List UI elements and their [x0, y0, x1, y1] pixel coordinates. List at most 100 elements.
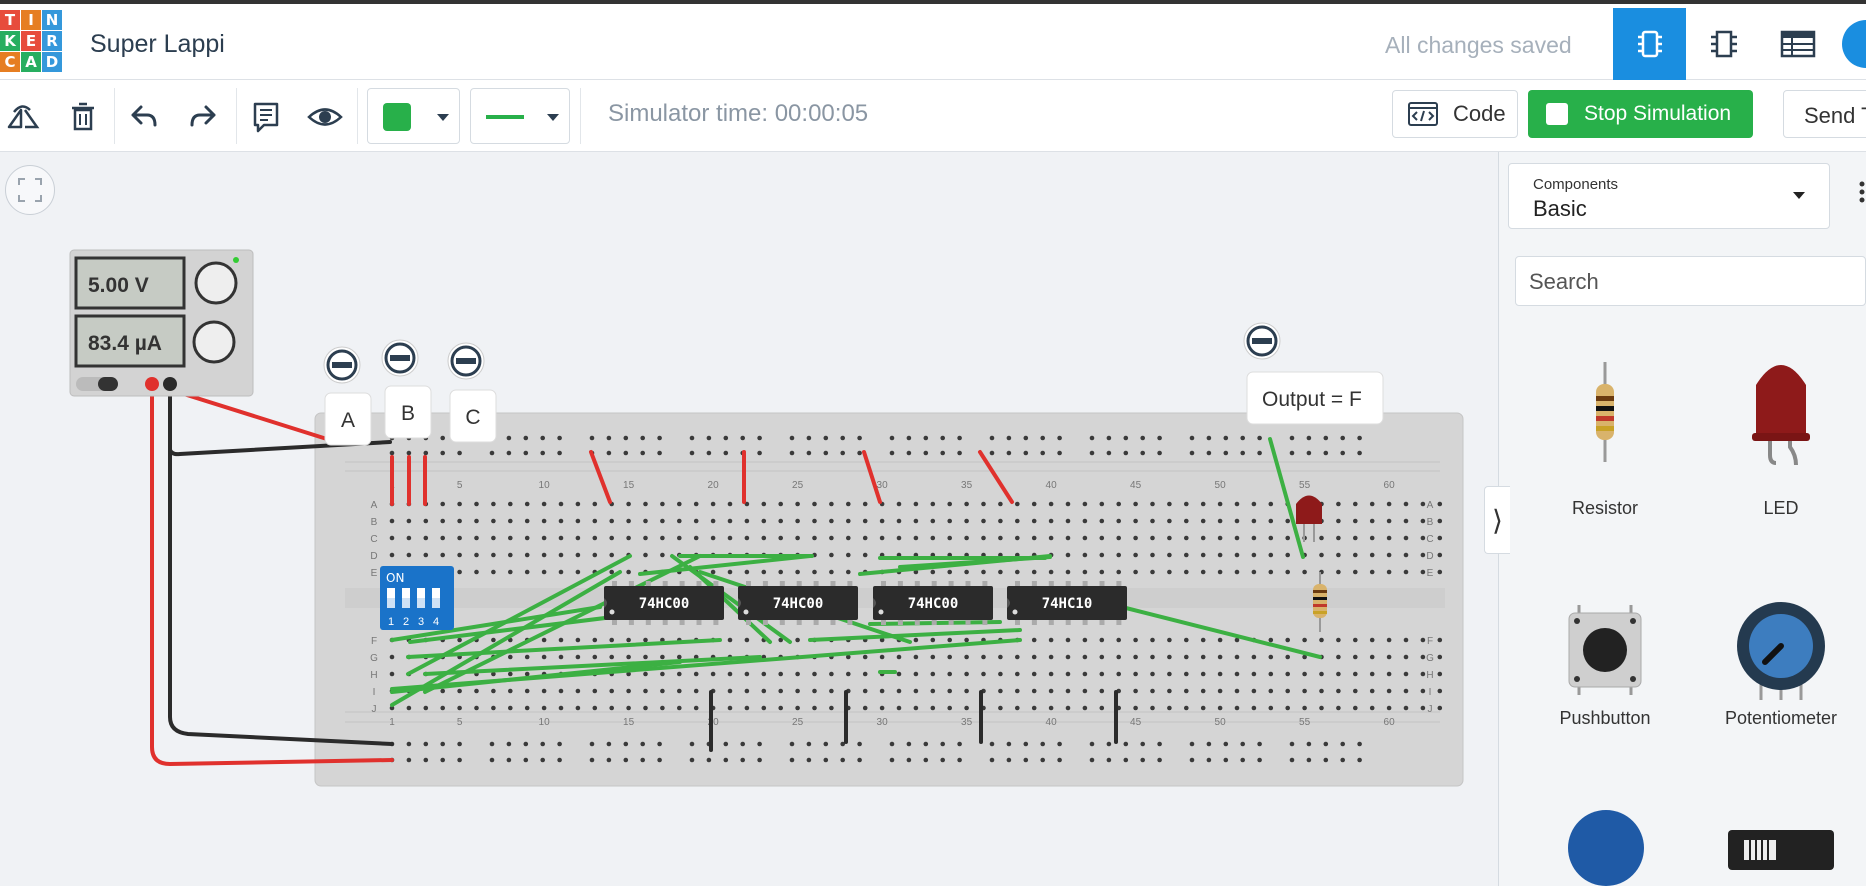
- component-tile-slideswitch[interactable]: [1726, 826, 1836, 886]
- breadboard-hole: [1082, 637, 1088, 643]
- breadboard-hole: [1015, 671, 1020, 677]
- breadboard-hole: [1065, 637, 1071, 643]
- logic-chip[interactable]: 74HC00: [873, 581, 993, 625]
- breadboard-hole: [1184, 705, 1189, 711]
- breadboard-hole: [1015, 705, 1020, 711]
- rail-hole: [889, 741, 895, 747]
- input-switch[interactable]: C: [447, 342, 497, 443]
- rail-hole: [523, 435, 529, 441]
- breadboard-hole: [812, 671, 817, 677]
- column-number: 25: [792, 717, 804, 728]
- design-title[interactable]: Super Lappi: [90, 30, 225, 59]
- chevron-down-icon: [1793, 192, 1805, 199]
- circuit-view-button[interactable]: [1613, 8, 1686, 80]
- user-avatar[interactable]: [1842, 20, 1866, 68]
- rail-hole: [1340, 435, 1345, 441]
- component-tile-potentiometer[interactable]: Potentiometer: [1706, 590, 1856, 729]
- breadboard-hole: [1437, 501, 1443, 507]
- breadboard-hole: [1319, 552, 1324, 558]
- rail-hole: [1157, 450, 1162, 456]
- output-probe[interactable]: Output = F: [1243, 322, 1384, 425]
- components-selector[interactable]: Components Basic: [1508, 163, 1830, 229]
- positive-terminal[interactable]: [145, 377, 159, 391]
- breadboard-hole: [508, 569, 513, 575]
- fit-view-button[interactable]: [5, 165, 55, 215]
- component-tile-led[interactable]: LED: [1706, 352, 1856, 519]
- breadboard-hole: [1369, 552, 1375, 558]
- rail-hole: [606, 757, 612, 763]
- breadboard-hole: [1116, 552, 1121, 558]
- voltage-knob[interactable]: [194, 261, 238, 305]
- breadboard-hole: [727, 569, 733, 575]
- dip-toggle-slider: [402, 598, 410, 608]
- rotate-button[interactable]: [4, 97, 44, 137]
- logic-chip[interactable]: 74HC10: [1007, 581, 1127, 625]
- circuit-drawing[interactable]: AABBCCDDEEFFGGHHIIJJ 1155101015152020252…: [0, 152, 1498, 886]
- negative-terminal[interactable]: [163, 377, 177, 391]
- stop-simulation-button[interactable]: Stop Simulation: [1528, 90, 1753, 138]
- breadboard-hole: [1167, 688, 1172, 694]
- input-switch[interactable]: B: [381, 339, 432, 439]
- panel-toggle-button[interactable]: ⟩: [1484, 486, 1510, 554]
- workplane-canvas[interactable]: AABBCCDDEEFFGGHHIIJJ 1155101015152020252…: [0, 152, 1498, 886]
- visibility-button[interactable]: [305, 97, 345, 137]
- tinkercad-logo[interactable]: TIN KER CAD: [0, 10, 63, 76]
- redo-button[interactable]: [183, 97, 223, 137]
- breadboard-hole: [1234, 705, 1240, 711]
- breadboard-hole: [1015, 501, 1020, 507]
- breadboard-hole: [744, 518, 750, 524]
- breadboard-hole: [930, 671, 936, 677]
- breadboard-hole: [474, 535, 479, 541]
- rail-hole: [406, 741, 412, 747]
- schematic-view-button[interactable]: [1687, 8, 1760, 80]
- breadboard-hole: [660, 671, 665, 677]
- breadboard-hole: [1353, 518, 1358, 524]
- current-knob[interactable]: [192, 320, 236, 364]
- component-tile-resistor[interactable]: Resistor: [1530, 352, 1680, 519]
- breadboard-hole: [1437, 569, 1443, 575]
- rail-hole: [789, 450, 795, 456]
- code-button[interactable]: Code: [1392, 90, 1518, 138]
- dip-switch[interactable]: ON 1234: [380, 566, 454, 630]
- input-switches[interactable]: A B C: [323, 339, 497, 446]
- rail-hole: [623, 450, 629, 456]
- breadboard-hole: [693, 518, 699, 524]
- notes-button[interactable]: [246, 97, 286, 137]
- dip-position-number: 1: [388, 616, 394, 628]
- breadboard-hole: [1133, 705, 1138, 711]
- rail-hole: [889, 435, 895, 441]
- input-switch[interactable]: A: [323, 346, 372, 446]
- schematic-icon: [1710, 30, 1737, 58]
- breadboard-hole: [964, 518, 969, 524]
- breadboard-hole: [660, 552, 665, 558]
- rail-hole: [957, 741, 962, 747]
- wire-color-dropdown[interactable]: [367, 88, 460, 144]
- search-input[interactable]: Search: [1515, 256, 1866, 306]
- breadboard-hole: [609, 552, 614, 558]
- breadboard-hole: [1048, 501, 1054, 507]
- pushbutton-label: Pushbutton: [1559, 708, 1651, 728]
- breadboard-hole: [1251, 518, 1257, 524]
- chevron-down-icon: [547, 114, 559, 121]
- send-to-button[interactable]: Send T: [1783, 90, 1866, 138]
- delete-button[interactable]: [63, 97, 103, 137]
- component-tile-light-bulb[interactable]: [1566, 806, 1646, 886]
- logic-chip[interactable]: 74HC00: [738, 581, 858, 625]
- logic-chip[interactable]: 74HC00: [604, 581, 724, 625]
- breadboard-hole: [677, 501, 682, 507]
- breadboard-hole: [778, 671, 783, 677]
- breadboard-hole: [1217, 518, 1223, 524]
- breadboard-hole: [879, 654, 885, 660]
- undo-button[interactable]: [124, 97, 164, 137]
- breadboard-hole: [947, 637, 952, 643]
- column-number: 10: [539, 717, 551, 728]
- wire-type-dropdown[interactable]: [470, 88, 570, 144]
- more-options-icon[interactable]: [1858, 180, 1866, 208]
- breadboard-hole: [964, 535, 969, 541]
- power-supply[interactable]: 5.00 V 83.4 µA: [69, 249, 254, 397]
- breadboard-hole: [1268, 705, 1274, 711]
- breadboard-hole: [524, 535, 530, 541]
- voltage-readout: 5.00 V: [88, 274, 149, 297]
- component-tile-pushbutton[interactable]: Pushbutton: [1530, 590, 1680, 729]
- component-list-view-button[interactable]: [1761, 8, 1834, 80]
